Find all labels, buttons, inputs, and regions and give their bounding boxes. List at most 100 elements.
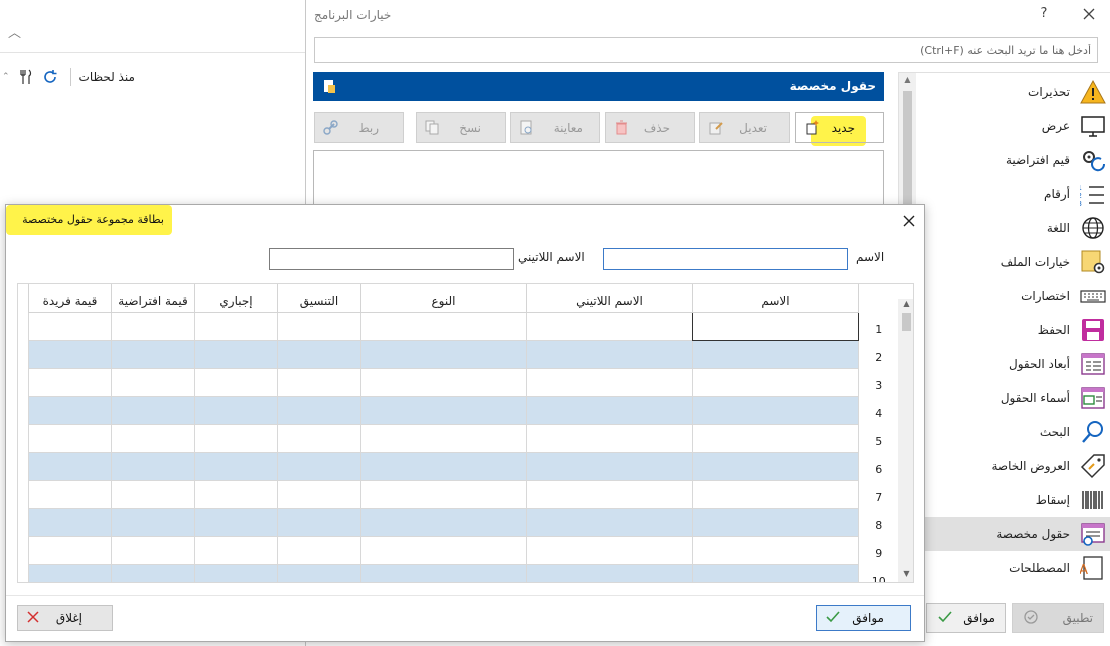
table-cell[interactable] — [194, 451, 278, 481]
table-cell[interactable] — [28, 479, 112, 509]
nav-item-custom-fields[interactable]: حقول مخصصة — [916, 517, 1110, 551]
table-row[interactable]: 8 — [28, 507, 899, 537]
table-cell[interactable] — [277, 479, 361, 509]
nav-item-defaults[interactable]: قيم افتراضية — [916, 143, 1110, 177]
table-cell[interactable] — [692, 535, 859, 565]
custom-fields-list[interactable] — [313, 150, 884, 210]
table-cell[interactable] — [360, 339, 527, 369]
column-header[interactable]: الاسم اللاتيني — [526, 284, 693, 313]
table-row[interactable]: 1 — [28, 311, 899, 341]
grid-scrollbar[interactable]: ▲ ▼ — [898, 299, 913, 582]
table-cell[interactable] — [111, 423, 195, 453]
table-cell[interactable] — [277, 535, 361, 565]
column-header[interactable]: التنسيق — [277, 284, 361, 313]
table-row[interactable]: 10 — [28, 563, 899, 582]
table-cell[interactable] — [194, 563, 278, 582]
table-cell[interactable] — [692, 507, 859, 537]
table-cell[interactable] — [692, 423, 859, 453]
table-cell[interactable] — [28, 367, 112, 397]
column-header[interactable]: إجباري — [194, 284, 278, 313]
nav-item-file-options[interactable]: خيارات الملف — [916, 245, 1110, 279]
column-header[interactable]: قيمة افتراضية — [111, 284, 195, 313]
table-cell[interactable] — [360, 479, 527, 509]
table-cell[interactable] — [111, 367, 195, 397]
column-header[interactable]: قيمة فريدة — [28, 284, 112, 313]
chevron-up-icon[interactable]: ︿ — [8, 22, 21, 41]
edit-button[interactable]: تعديل — [699, 112, 790, 143]
table-cell[interactable] — [28, 507, 112, 537]
table-cell[interactable] — [360, 535, 527, 565]
table-row[interactable]: 5 — [28, 423, 899, 453]
column-header[interactable]: النوع — [360, 284, 527, 313]
preview-button[interactable]: معاينة — [510, 112, 600, 143]
table-cell[interactable] — [28, 563, 112, 582]
close-icon[interactable] — [901, 213, 917, 229]
nav-item-language[interactable]: اللغة — [916, 211, 1110, 245]
table-cell[interactable] — [194, 535, 278, 565]
table-cell[interactable] — [526, 479, 693, 509]
table-cell[interactable] — [526, 423, 693, 453]
table-cell[interactable] — [692, 563, 859, 582]
table-cell[interactable] — [692, 479, 859, 509]
table-cell[interactable] — [194, 367, 278, 397]
table-row[interactable]: 7 — [28, 479, 899, 509]
delete-button[interactable]: حذف — [605, 112, 695, 143]
table-cell[interactable] — [692, 367, 859, 397]
table-cell[interactable] — [526, 563, 693, 582]
table-cell[interactable] — [28, 535, 112, 565]
copy-button[interactable]: نسخ — [416, 112, 506, 143]
table-cell[interactable] — [194, 339, 278, 369]
table-cell[interactable] — [28, 395, 112, 425]
table-cell[interactable] — [360, 395, 527, 425]
table-cell[interactable] — [277, 563, 361, 582]
table-cell[interactable] — [111, 395, 195, 425]
table-cell[interactable] — [526, 507, 693, 537]
nav-item-numbers[interactable]: 123 أرقام — [916, 177, 1110, 211]
table-cell[interactable] — [526, 535, 693, 565]
table-cell[interactable] — [360, 507, 527, 537]
dropdown-tick-icon[interactable]: ⌃ — [2, 72, 10, 82]
refresh-icon[interactable] — [42, 69, 58, 85]
table-cell[interactable] — [360, 311, 527, 341]
table-cell[interactable] — [526, 395, 693, 425]
nav-item-search[interactable]: البحث — [916, 415, 1110, 449]
table-row[interactable]: 6 — [28, 451, 899, 481]
dialog-close-button[interactable]: إغلاق — [17, 605, 113, 631]
table-cell[interactable] — [277, 339, 361, 369]
options-ok-button[interactable]: موافق — [926, 603, 1006, 633]
search-input[interactable] — [314, 37, 1098, 63]
table-cell[interactable] — [526, 451, 693, 481]
table-cell[interactable] — [28, 451, 112, 481]
nav-item-glossary[interactable]: A المصطلحات — [916, 551, 1110, 585]
scroll-up-icon[interactable]: ▲ — [900, 299, 913, 311]
table-cell[interactable] — [28, 311, 112, 341]
dialog-ok-button[interactable]: موافق — [816, 605, 911, 631]
table-cell[interactable] — [277, 423, 361, 453]
table-cell[interactable] — [111, 507, 195, 537]
nav-item-drop[interactable]: إسقاط — [916, 483, 1110, 517]
table-cell[interactable] — [111, 535, 195, 565]
table-cell[interactable] — [692, 339, 859, 369]
table-cell[interactable] — [194, 507, 278, 537]
table-row[interactable]: 2 — [28, 339, 899, 369]
help-button[interactable]: ? — [1036, 6, 1052, 24]
table-cell[interactable] — [194, 423, 278, 453]
table-cell[interactable] — [111, 563, 195, 582]
table-row[interactable]: 9 — [28, 535, 899, 565]
nav-item-special-offers[interactable]: العروض الخاصة — [916, 449, 1110, 483]
table-row[interactable]: 4 — [28, 395, 899, 425]
scroll-down-icon[interactable]: ▼ — [900, 569, 913, 581]
table-cell[interactable] — [111, 339, 195, 369]
table-cell[interactable] — [194, 395, 278, 425]
table-cell[interactable] — [277, 507, 361, 537]
apply-button[interactable]: تطبيق — [1012, 603, 1104, 633]
name-input[interactable] — [603, 248, 848, 270]
table-cell[interactable] — [28, 423, 112, 453]
table-cell[interactable] — [692, 451, 859, 481]
column-header[interactable]: الاسم — [692, 284, 859, 313]
new-button[interactable]: جديد — [795, 112, 884, 143]
table-cell[interactable] — [360, 367, 527, 397]
utensils-icon[interactable] — [18, 69, 34, 85]
table-cell[interactable] — [360, 423, 527, 453]
nav-item-field-dimensions[interactable]: أبعاد الحقول — [916, 347, 1110, 381]
